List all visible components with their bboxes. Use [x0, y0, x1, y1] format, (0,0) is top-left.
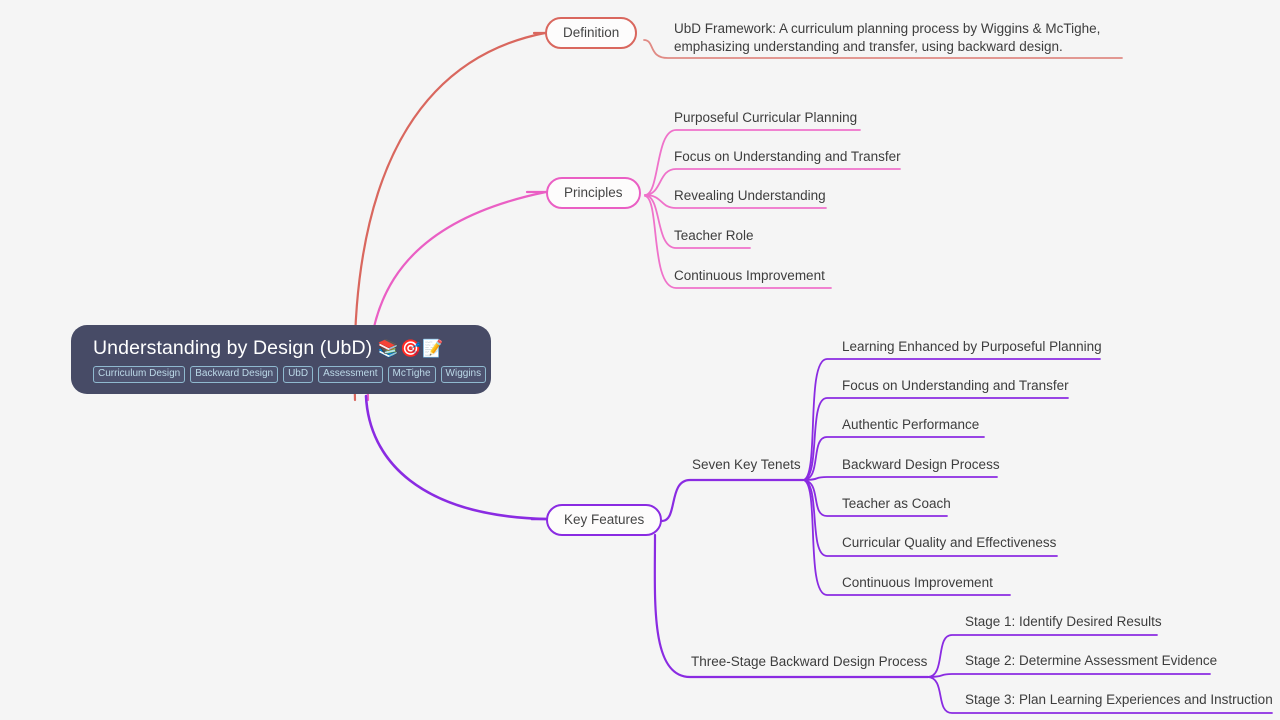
leaf-tenet-4[interactable]: Backward Design Process [842, 457, 1000, 474]
sub-branch-three-stage-backward-design-process[interactable]: Three-Stage Backward Design Process [691, 654, 927, 669]
leaf-tenet-5-text: Teacher as Coach [842, 496, 951, 511]
leaf-tenet-7[interactable]: Continuous Improvement [842, 575, 993, 592]
branch-node-definition[interactable]: Definition [545, 17, 638, 49]
leaf-stage-1-text: Stage 1: Identify Desired Results [965, 614, 1162, 629]
leaf-principles-2[interactable]: Focus on Understanding and Transfer [674, 149, 901, 166]
leaf-principles-2-text: Focus on Understanding and Transfer [674, 149, 901, 164]
tag-assessment[interactable]: Assessment [318, 366, 383, 383]
leaf-tenet-2-text: Focus on Understanding and Transfer [842, 378, 1069, 393]
leaf-tenet-1-text: Learning Enhanced by Purposeful Planning [842, 339, 1102, 354]
leaf-stage-3[interactable]: Stage 3: Plan Learning Experiences and I… [965, 692, 1273, 709]
leaf-tenet-7-text: Continuous Improvement [842, 575, 993, 590]
connector-root-to-key-features [364, 394, 548, 521]
tag-backward-design[interactable]: Backward Design [190, 366, 279, 383]
sub-branch-three-stage-text: Three-Stage Backward Design Process [691, 654, 928, 669]
branch-node-principles-label: Principles [564, 185, 623, 200]
leaf-tenet-3[interactable]: Authentic Performance [842, 417, 979, 434]
central-node-emoji-group: 📚🎯📝 [377, 339, 445, 358]
central-node[interactable]: Understanding by Design (UbD) 📚🎯📝 Curric… [71, 325, 491, 394]
leaf-principles-3[interactable]: Revealing Understanding [674, 188, 826, 205]
leaf-tenet-6[interactable]: Curricular Quality and Effectiveness [842, 535, 1056, 552]
tag-curriculum-design[interactable]: Curriculum Design [93, 366, 186, 383]
central-node-title: Understanding by Design (UbD) 📚🎯📝 [93, 337, 469, 359]
leaf-tenet-1[interactable]: Learning Enhanced by Purposeful Planning [842, 339, 1102, 356]
leaf-definition-description[interactable]: UbD Framework: A curriculum planning pro… [674, 20, 1114, 56]
branch-node-definition-label: Definition [563, 25, 620, 40]
leaf-tenet-6-text: Curricular Quality and Effectiveness [842, 535, 1057, 550]
leaf-tenet-5[interactable]: Teacher as Coach [842, 496, 951, 513]
leaf-tenet-2[interactable]: Focus on Understanding and Transfer [842, 378, 1069, 395]
leaf-principles-5-text: Continuous Improvement [674, 268, 825, 283]
leaf-principles-4-text: Teacher Role [674, 228, 754, 243]
leaf-principles-4[interactable]: Teacher Role [674, 228, 754, 245]
leaf-stage-3-text: Stage 3: Plan Learning Experiences and I… [965, 692, 1273, 707]
leaf-principles-5[interactable]: Continuous Improvement [674, 268, 825, 285]
central-node-tag-list: Curriculum Design Backward Design UbD As… [93, 366, 487, 383]
sub-branch-seven-key-tenets[interactable]: Seven Key Tenets [692, 457, 801, 472]
connector-keyfeatures-to-tenets [660, 478, 805, 523]
branch-node-key-features[interactable]: Key Features [546, 504, 663, 536]
tag-mctighe[interactable]: McTighe [387, 366, 436, 383]
sub-branch-seven-key-tenets-text: Seven Key Tenets [692, 457, 801, 472]
leaf-stage-1[interactable]: Stage 1: Identify Desired Results [965, 614, 1162, 631]
mindmap-canvas: Understanding by Design (UbD) 📚🎯📝 Curric… [0, 0, 1280, 720]
leaf-stage-2[interactable]: Stage 2: Determine Assessment Evidence [965, 653, 1217, 670]
branch-node-principles[interactable]: Principles [546, 177, 641, 209]
leaf-principles-1-text: Purposeful Curricular Planning [674, 110, 858, 125]
connector-stage-2 [927, 673, 1211, 678]
tag-ubd[interactable]: UbD [283, 366, 314, 383]
central-node-title-text: Understanding by Design (UbD) [93, 337, 373, 359]
leaf-tenet-4-text: Backward Design Process [842, 457, 1000, 472]
leaf-principles-3-text: Revealing Understanding [674, 188, 826, 203]
connector-tenet-4 [802, 476, 998, 481]
branch-node-key-features-label: Key Features [564, 512, 645, 527]
leaf-stage-2-text: Stage 2: Determine Assessment Evidence [965, 653, 1218, 668]
leaf-principles-1[interactable]: Purposeful Curricular Planning [674, 110, 857, 127]
leaf-definition-description-text: UbD Framework: A curriculum planning pro… [674, 21, 1101, 54]
tag-wiggins[interactable]: Wiggins [440, 366, 487, 383]
leaf-tenet-3-text: Authentic Performance [842, 417, 980, 432]
